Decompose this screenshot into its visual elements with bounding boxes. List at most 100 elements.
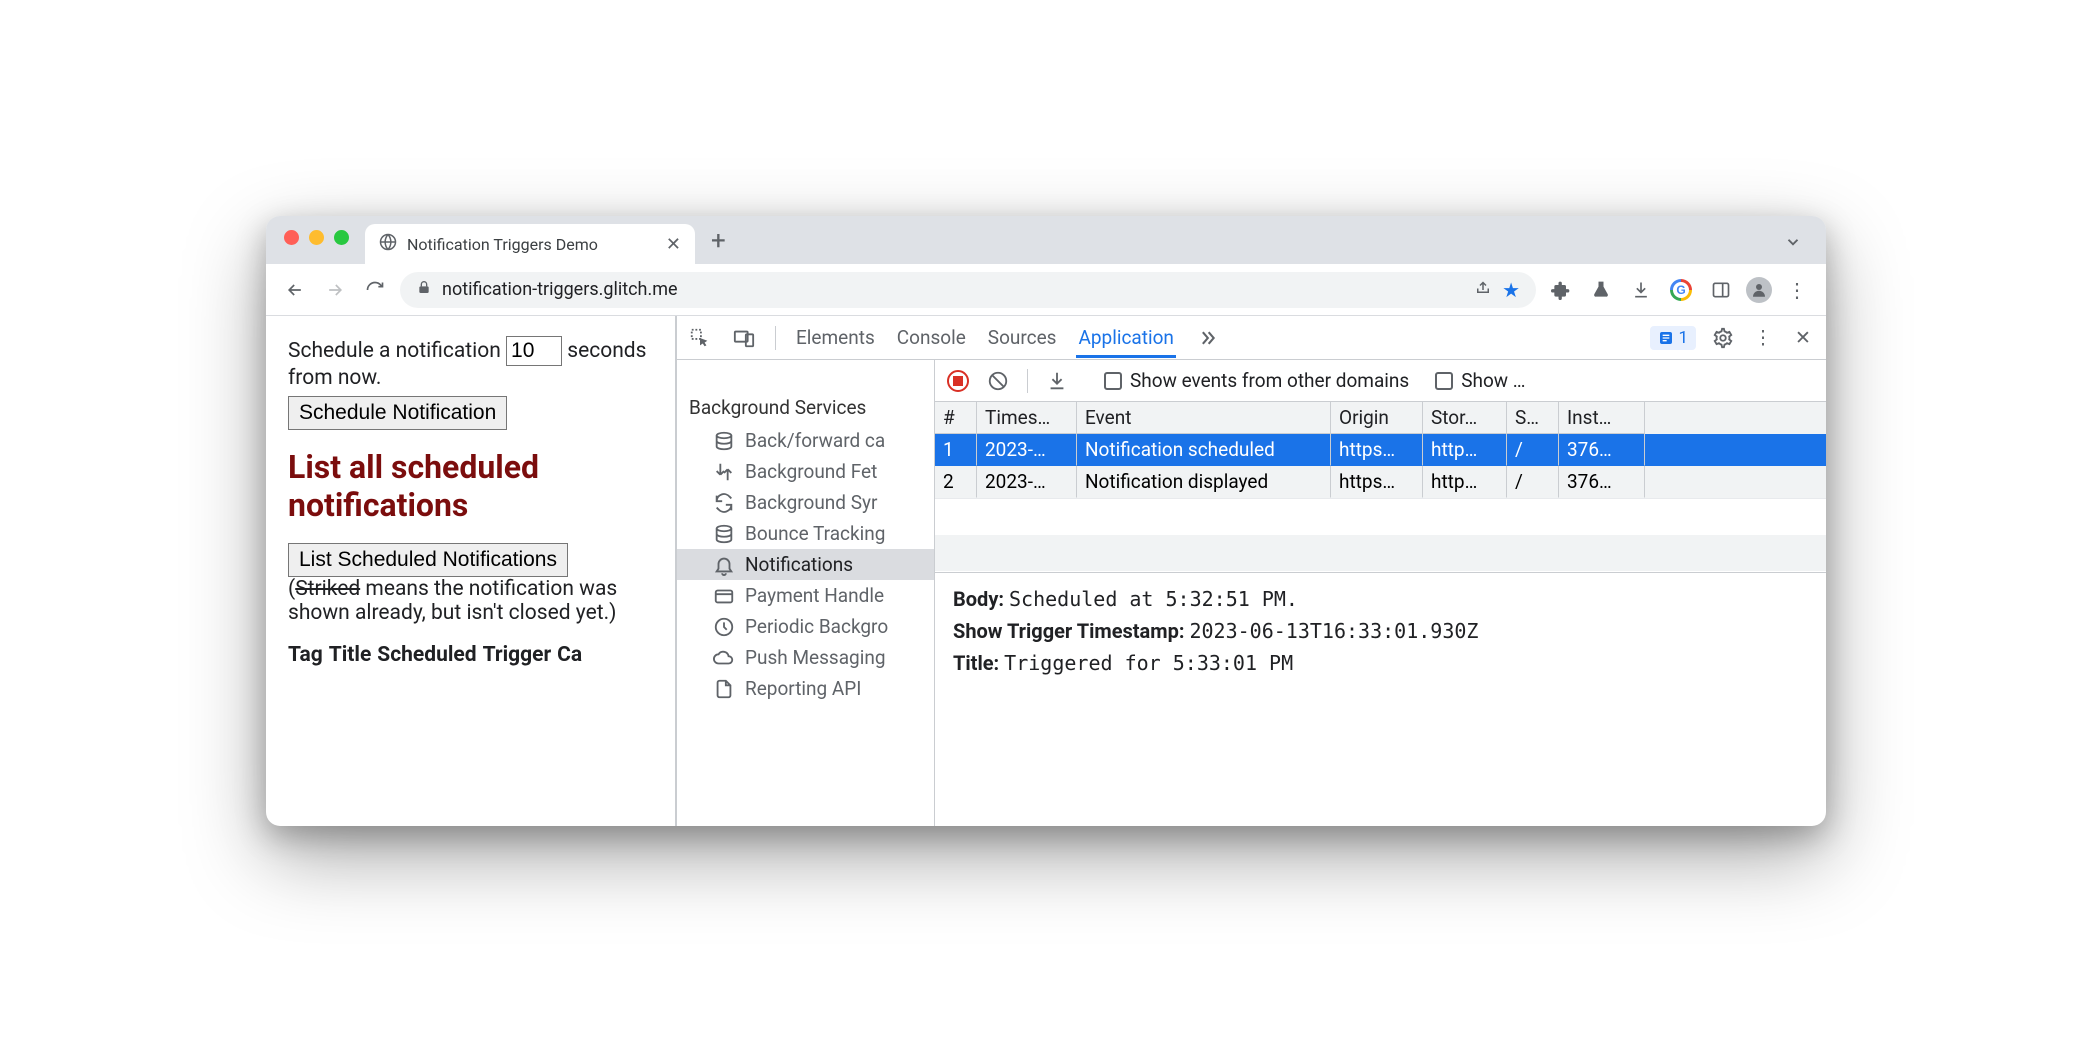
new-tab-button[interactable]: +: [701, 222, 736, 264]
google-account-icon[interactable]: [1666, 275, 1696, 305]
application-main: Show events from other domains Show … # …: [935, 360, 1826, 826]
show-events-checkbox[interactable]: Show events from other domains: [1104, 369, 1409, 392]
seconds-input[interactable]: [506, 336, 562, 366]
devtools-tabbar: Elements Console Sources Application 1 ⋮: [677, 316, 1826, 360]
save-icon[interactable]: [1044, 368, 1070, 394]
separator: [775, 326, 776, 350]
cell-instance: 376…: [1559, 466, 1645, 498]
table-header-row: # Times… Event Origin Stor… S… Inst…: [935, 402, 1826, 434]
issues-badge[interactable]: 1: [1650, 326, 1696, 350]
record-button[interactable]: [947, 370, 969, 392]
detail-title-key: Title:: [953, 651, 999, 675]
tab-elements[interactable]: Elements: [794, 317, 877, 358]
window-controls: [276, 216, 359, 264]
flask-icon[interactable]: [1586, 275, 1616, 305]
close-devtools-icon[interactable]: ✕: [1790, 325, 1816, 351]
sidebar-item-background-fetch[interactable]: Background Fet: [677, 456, 934, 487]
cell-origin: https…: [1331, 466, 1423, 498]
event-details: Body: Scheduled at 5:32:51 PM. Show Trig…: [935, 573, 1826, 697]
detail-title-value: Triggered for 5:33:01 PM: [1004, 651, 1293, 675]
share-icon[interactable]: [1474, 278, 1492, 301]
browser-window: Notification Triggers Demo ✕ + notificat…: [266, 216, 1826, 826]
events-toolbar: Show events from other domains Show …: [935, 360, 1826, 402]
content-split: Schedule a notification seconds from now…: [266, 316, 1826, 826]
checkbox-icon: [1435, 372, 1453, 390]
table-empty-rows: [935, 498, 1826, 572]
device-toolbar-icon[interactable]: [731, 325, 757, 351]
lock-icon: [416, 279, 432, 300]
show-checkbox[interactable]: Show …: [1435, 369, 1525, 392]
sidebar-item-label: Background Syr: [745, 491, 877, 514]
browser-toolbar: notification-triggers.glitch.me ★ ⋮: [266, 264, 1826, 316]
col-tag: Tag: [288, 643, 323, 667]
downloads-icon[interactable]: [1626, 275, 1656, 305]
sidebar-item-push-messaging[interactable]: Push Messaging: [677, 642, 934, 673]
cell-timestamp: 2023-…: [977, 466, 1077, 498]
globe-icon: [379, 233, 397, 255]
cell-sw: /: [1507, 434, 1559, 466]
profile-avatar[interactable]: [1746, 277, 1772, 303]
sidebar-item-reporting-api[interactable]: Reporting API: [677, 673, 934, 704]
tab-strip: Notification Triggers Demo ✕ +: [266, 216, 1826, 264]
maximize-window-button[interactable]: [334, 230, 349, 245]
table-row[interactable]: 1 2023-… Notification scheduled https… h…: [935, 434, 1826, 466]
address-bar[interactable]: notification-triggers.glitch.me ★: [400, 272, 1536, 308]
sidebar-item-label: Background Fet: [745, 460, 877, 483]
col-instance[interactable]: Inst…: [1559, 402, 1645, 434]
table-row[interactable]: 2 2023-… Notification displayed https… h…: [935, 466, 1826, 498]
tabs-dropdown-button[interactable]: [1784, 233, 1816, 264]
settings-icon[interactable]: [1710, 325, 1736, 351]
bookmark-icon[interactable]: ★: [1502, 278, 1520, 302]
col-cancel: Ca: [557, 643, 582, 667]
sidebar-item-label: Push Messaging: [745, 646, 886, 669]
back-button[interactable]: [280, 275, 310, 305]
close-tab-button[interactable]: ✕: [666, 234, 681, 255]
inspect-icon[interactable]: [687, 325, 713, 351]
tab-application[interactable]: Application: [1076, 317, 1175, 358]
list-scheduled-button[interactable]: List Scheduled Notifications: [288, 543, 568, 577]
sidebar-item-back-forward-cache[interactable]: Back/forward ca: [677, 425, 934, 456]
devtools-menu-icon[interactable]: ⋮: [1750, 325, 1776, 351]
tab-sources[interactable]: Sources: [986, 317, 1059, 358]
page-heading: List all scheduled notifications: [288, 448, 653, 525]
sidebar-item-background-sync[interactable]: Background Syr: [677, 487, 934, 518]
col-num[interactable]: #: [935, 402, 977, 434]
list-note: (Striked means the notification was show…: [288, 577, 653, 625]
cell-timestamp: 2023-…: [977, 434, 1077, 466]
col-event[interactable]: Event: [1077, 402, 1331, 434]
cell-num: 2: [935, 466, 977, 498]
close-window-button[interactable]: [284, 230, 299, 245]
col-sw[interactable]: S…: [1507, 402, 1559, 434]
checkbox-label: Show …: [1461, 369, 1525, 392]
forward-button[interactable]: [320, 275, 350, 305]
web-page: Schedule a notification seconds from now…: [266, 316, 676, 826]
more-tabs-icon[interactable]: [1194, 325, 1220, 351]
detail-ts-value: 2023-06-13T16:33:01.930Z: [1189, 619, 1478, 643]
cell-storage: http…: [1423, 466, 1507, 498]
col-storage[interactable]: Stor…: [1423, 402, 1507, 434]
side-panel-icon[interactable]: [1706, 275, 1736, 305]
col-origin[interactable]: Origin: [1331, 402, 1423, 434]
tab-console[interactable]: Console: [895, 317, 968, 358]
reload-button[interactable]: [360, 275, 390, 305]
col-trigger: Trigger: [483, 643, 552, 667]
issues-count: 1: [1678, 328, 1688, 348]
sidebar-item-periodic-background[interactable]: Periodic Backgro: [677, 611, 934, 642]
col-title: Title: [329, 643, 372, 667]
sidebar-item-label: Payment Handle: [745, 584, 884, 607]
sidebar-item-notifications[interactable]: Notifications: [677, 549, 934, 580]
sidebar-item-bounce-tracking[interactable]: Bounce Tracking: [677, 518, 934, 549]
tab-title: Notification Triggers Demo: [407, 235, 598, 254]
browser-tab[interactable]: Notification Triggers Demo ✕: [365, 224, 695, 264]
minimize-window-button[interactable]: [309, 230, 324, 245]
sidebar-item-label: Reporting API: [745, 677, 861, 700]
schedule-notification-button[interactable]: Schedule Notification: [288, 396, 507, 430]
clear-icon[interactable]: [985, 368, 1011, 394]
sidebar-item-payment-handler[interactable]: Payment Handle: [677, 580, 934, 611]
col-timestamp[interactable]: Times…: [977, 402, 1077, 434]
cell-sw: /: [1507, 466, 1559, 498]
kebab-menu-button[interactable]: ⋮: [1782, 275, 1812, 305]
extensions-icon[interactable]: [1546, 275, 1576, 305]
note-struck: Striked: [295, 577, 360, 601]
sidebar-item-label: Bounce Tracking: [745, 522, 885, 545]
